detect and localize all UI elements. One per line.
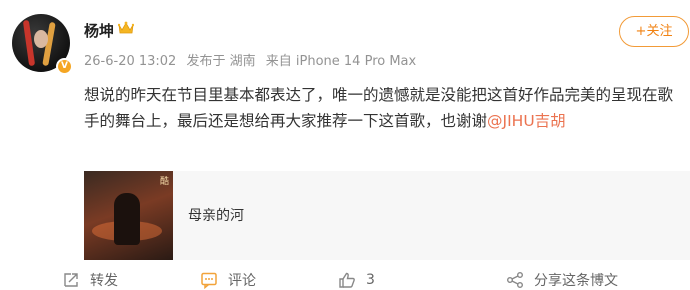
post-text: 想说的昨天在节目里基本都表达了，唯一的遗憾就是没能把这首好作品完美的呈现在歌手的… xyxy=(84,82,684,134)
verified-badge-icon: V xyxy=(56,58,73,75)
avatar[interactable]: V xyxy=(12,14,73,75)
like-count: 3 xyxy=(366,272,375,288)
post-body: 想说的昨天在节目里基本都表达了，唯一的遗憾就是没能把这首好作品完美的呈现在歌手的… xyxy=(84,86,674,130)
post-time[interactable]: 26-6-20 13:02 xyxy=(84,54,176,69)
comment-label: 评论 xyxy=(228,273,256,289)
share-icon xyxy=(507,272,523,288)
card-cover-image: 酷 xyxy=(84,171,173,260)
repost-button[interactable]: 转发 xyxy=(62,270,118,290)
post-location: 发布于 湖南 xyxy=(186,54,256,69)
username[interactable]: 杨坤 xyxy=(84,20,114,41)
comment-button[interactable]: 评论 xyxy=(200,270,256,290)
post-meta: 26-6-20 13:02 发布于 湖南 来自 iPhone 14 Pro Ma… xyxy=(84,50,422,69)
like-button[interactable]: 3 xyxy=(338,270,375,290)
comment-icon xyxy=(201,272,217,289)
post-source: 来自 iPhone 14 Pro Max xyxy=(265,54,417,69)
follow-button[interactable]: +关注 xyxy=(619,16,689,47)
crown-icon xyxy=(118,21,134,34)
music-card[interactable]: 酷 母亲的河 xyxy=(84,171,690,260)
repost-icon xyxy=(64,273,78,287)
mention-link[interactable]: @JIHU吉胡 xyxy=(487,112,566,130)
like-icon xyxy=(339,272,355,288)
share-label: 分享这条博文 xyxy=(534,273,618,289)
cover-corner-text: 酷 xyxy=(159,177,169,187)
action-bar: 转发 评论 3 分享这条博文 xyxy=(0,270,690,290)
share-button[interactable]: 分享这条博文 xyxy=(506,270,618,290)
repost-label: 转发 xyxy=(90,273,118,289)
card-title: 母亲的河 xyxy=(188,208,244,224)
